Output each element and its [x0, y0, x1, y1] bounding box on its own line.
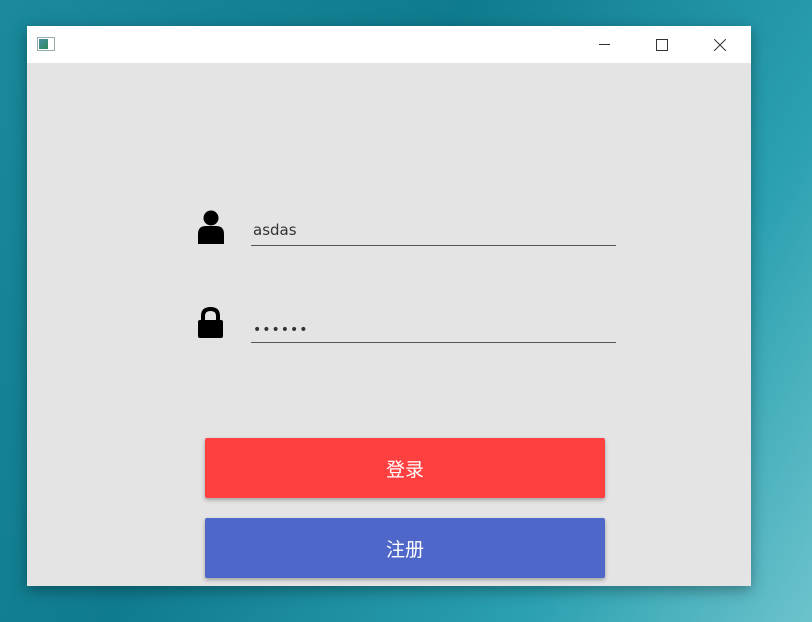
app-window-icon [37, 37, 55, 51]
maximize-button[interactable] [633, 26, 691, 63]
login-button[interactable]: 登录 [205, 438, 605, 498]
user-icon [198, 210, 224, 244]
password-value: •••••• [253, 322, 309, 338]
password-input[interactable]: •••••• [251, 312, 616, 343]
close-icon [714, 38, 726, 51]
register-button[interactable]: 注册 [205, 518, 605, 578]
login-window: asdas •••••• 登录 注册 [27, 26, 751, 586]
username-value: asdas [253, 221, 297, 239]
lock-icon [198, 307, 223, 338]
username-input[interactable]: asdas [251, 215, 616, 246]
close-button[interactable] [691, 26, 749, 63]
minimize-icon [598, 44, 610, 45]
maximize-icon [656, 38, 668, 51]
minimize-button[interactable] [575, 26, 633, 63]
title-bar[interactable] [27, 26, 751, 63]
